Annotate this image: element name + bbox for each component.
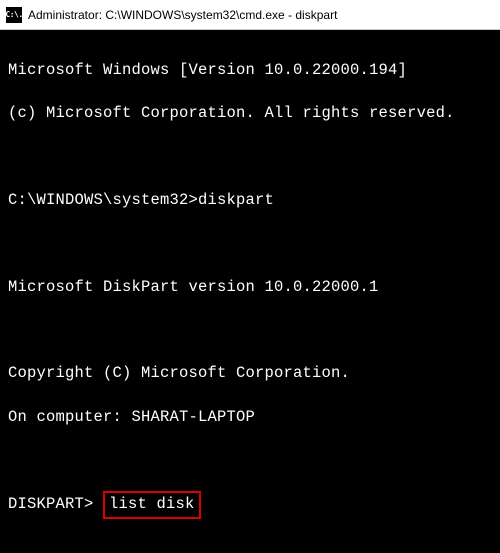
prompt-line: DISKPART> list disk: [8, 493, 500, 517]
blank-line: [8, 539, 500, 553]
text-line: Microsoft DiskPart version 10.0.22000.1: [8, 277, 500, 299]
blank-line: [8, 320, 500, 342]
terminal-output[interactable]: Microsoft Windows [Version 10.0.22000.19…: [0, 30, 500, 553]
text-line: Microsoft Windows [Version 10.0.22000.19…: [8, 60, 500, 82]
blank-line: [8, 450, 500, 472]
text-line: On computer: SHARAT-LAPTOP: [8, 407, 500, 429]
text-line: Copyright (C) Microsoft Corporation.: [8, 363, 500, 385]
window-title: Administrator: C:\WINDOWS\system32\cmd.e…: [28, 8, 337, 22]
blank-line: [8, 146, 500, 168]
text-line: (c) Microsoft Corporation. All rights re…: [8, 103, 500, 125]
window-titlebar[interactable]: C:\. Administrator: C:\WINDOWS\system32\…: [0, 0, 500, 30]
cmd-icon: C:\.: [6, 7, 22, 23]
blank-line: [8, 233, 500, 255]
prompt-line: C:\WINDOWS\system32>diskpart: [8, 190, 500, 212]
highlighted-command: list disk: [103, 491, 201, 519]
